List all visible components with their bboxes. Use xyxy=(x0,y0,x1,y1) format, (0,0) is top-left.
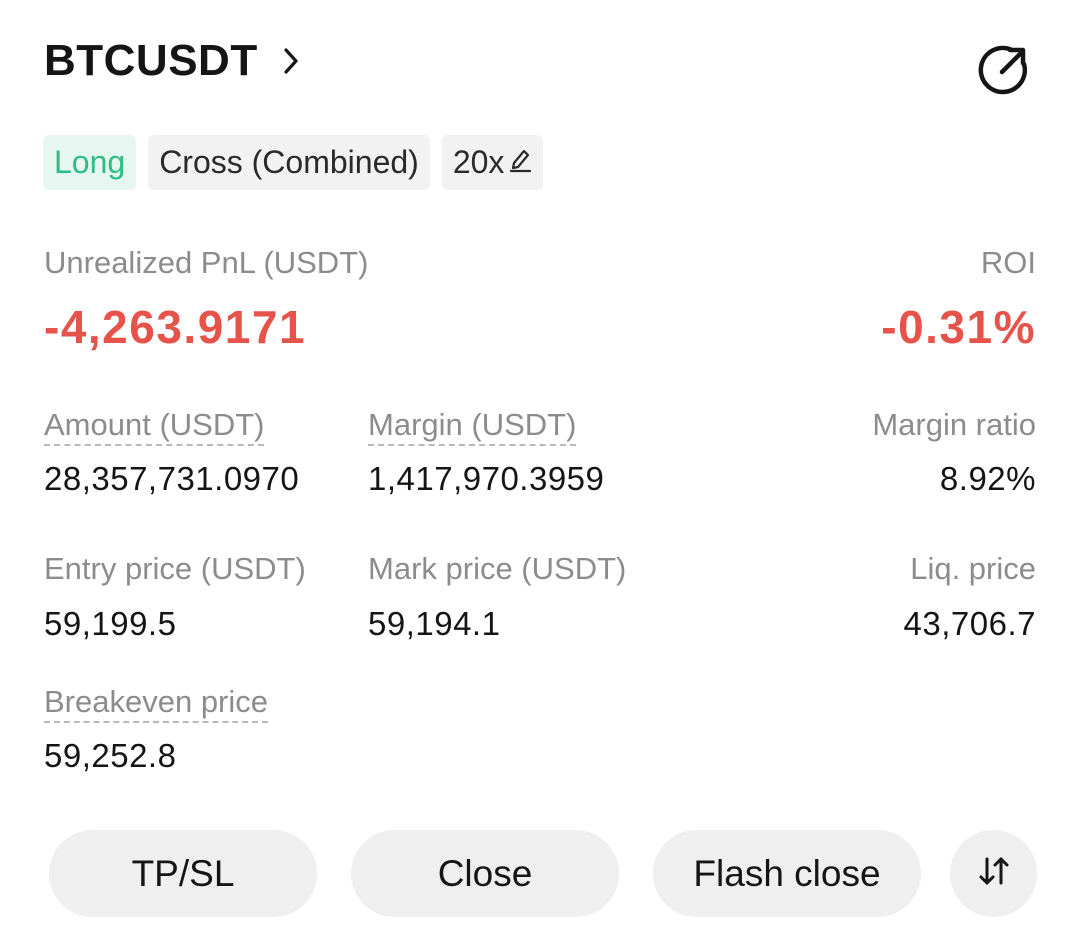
pencil-icon xyxy=(504,144,532,181)
margin-value: 1,417,970.3959 xyxy=(368,460,605,497)
entry-price-label: Entry price (USDT) xyxy=(44,551,306,586)
share-icon[interactable] xyxy=(976,40,1032,96)
reverse-position-icon xyxy=(974,851,1014,896)
margin-ratio-label: Margin ratio xyxy=(872,407,1036,442)
leverage-label: 20x xyxy=(452,144,505,180)
breakeven-price-value: 59,252.8 xyxy=(44,737,177,774)
position-tags: Long Cross (Combined) 20x xyxy=(43,135,544,190)
margin-ratio-value: 8.92% xyxy=(939,460,1036,497)
liq-price-value: 43,706.7 xyxy=(903,605,1036,642)
amount-label[interactable]: Amount (USDT) xyxy=(44,407,265,446)
position-card: BTCUSDT Long Cross (Combined) 20x Unreal… xyxy=(0,0,1080,933)
liq-price-label: Liq. price xyxy=(910,551,1036,586)
roi-label: ROI xyxy=(980,245,1036,280)
symbol-title: BTCUSDT xyxy=(44,36,258,85)
margin-label[interactable]: Margin (USDT) xyxy=(368,407,577,446)
breakeven-price-label[interactable]: Breakeven price xyxy=(44,684,269,723)
mark-price-label: Mark price (USDT) xyxy=(368,551,627,586)
unrealized-pnl-label: Unrealized PnL (USDT) xyxy=(44,245,369,280)
unrealized-pnl-value: -4,263.9171 xyxy=(44,301,307,353)
mark-price-value: 59,194.1 xyxy=(368,605,501,642)
symbol-header[interactable]: BTCUSDT xyxy=(44,36,304,86)
reverse-position-button[interactable] xyxy=(950,830,1037,917)
flash-close-button[interactable]: Flash close xyxy=(653,830,921,917)
margin-mode-badge: Cross (Combined) xyxy=(148,135,430,190)
entry-price-value: 59,199.5 xyxy=(44,605,177,642)
chevron-right-icon xyxy=(282,43,304,79)
roi-value: -0.31% xyxy=(881,301,1036,353)
close-button[interactable]: Close xyxy=(351,830,619,917)
amount-value: 28,357,731.0970 xyxy=(44,460,300,497)
side-badge: Long xyxy=(43,135,137,190)
leverage-button[interactable]: 20x xyxy=(441,135,544,190)
tpsl-button[interactable]: TP/SL xyxy=(49,830,317,917)
